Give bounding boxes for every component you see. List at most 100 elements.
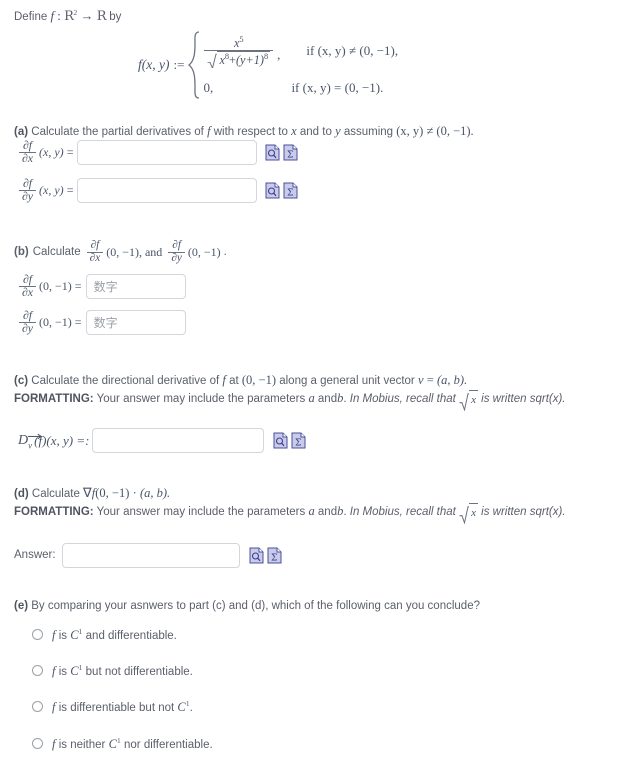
document-magnifier-icon[interactable] — [273, 432, 288, 449]
part-c-answer-input[interactable] — [92, 428, 265, 453]
pd-helper-icons: Σ — [249, 547, 282, 564]
pa2-frac-den: ∂y — [19, 190, 37, 203]
part-d-formatting-italic-1: In Mobius, recall that — [349, 506, 456, 518]
svg-text:Σ: Σ — [287, 189, 293, 199]
pa1-args: (x, y) — [39, 145, 64, 160]
pb2-args: (0, −1) — [39, 315, 72, 330]
sqrt-icon — [207, 53, 218, 68]
document-sigma-icon[interactable]: Σ — [283, 182, 298, 199]
part-d-prompt: (d) Calculate ∇f(0, −1) · (a, b). — [14, 484, 614, 503]
pa2-frac-num: ∂f — [22, 177, 33, 190]
pb1-frac-den: ∂x — [19, 286, 37, 299]
part-e-option-4[interactable]: f is neither C1 nor differentiable. — [32, 736, 213, 752]
document-magnifier-icon[interactable] — [265, 144, 280, 161]
radio-button-option-1[interactable] — [32, 629, 43, 641]
document-sigma-icon[interactable]: Σ — [267, 547, 282, 564]
part-c-label: (c) — [14, 375, 29, 387]
case1-denominator: x8+(y+1)8 — [204, 49, 274, 68]
part-e-label: (e) — [14, 600, 29, 612]
intro-line: Define f : R2 → R by — [14, 8, 121, 24]
radio-button-option-2[interactable] — [32, 665, 43, 677]
part-c-point: (0, −1) — [241, 373, 277, 387]
part-c-formatting-text-1: Your answer may include the parameters — [96, 393, 306, 405]
option-3-label[interactable]: f is differentiable but not C1. — [52, 699, 193, 715]
part-c-f: f — [222, 373, 226, 387]
part-c-ab: (a, b). — [437, 373, 468, 387]
document-magnifier-icon[interactable] — [265, 182, 280, 199]
pa2-args: (x, y) — [39, 183, 64, 198]
part-d-label: (d) — [14, 488, 29, 500]
part-a-label: (a) — [14, 126, 29, 138]
part-d-sqrt-x: x — [459, 503, 478, 525]
part-c-formatting-label: FORMATTING: — [14, 393, 94, 405]
definition-lhs: f(x, y) — [138, 57, 170, 72]
by-text: by — [109, 11, 122, 23]
definition-assign: := — [173, 57, 185, 72]
part-c-D: D — [18, 432, 29, 448]
definition-case-1: x5 x8+(y+1)8 , if (x, y) ≠ (0, −1), — [203, 31, 398, 71]
pa1-frac-num: ∂f — [22, 139, 33, 152]
part-e-option-3[interactable]: f is differentiable but not C1. — [32, 699, 193, 715]
part-d-point: (0, −1) — [95, 486, 130, 500]
part-d-answer-input[interactable] — [61, 543, 240, 568]
part-e-option-1[interactable]: f is C1 and differentiable. — [32, 627, 177, 643]
sqrt-icon — [459, 506, 470, 525]
part-d-param-a: a — [308, 504, 315, 518]
part-c-formatting-italic-2: is written sqrt(x). — [481, 393, 566, 405]
option-4-label[interactable]: f is neither C1 nor differentiable. — [52, 736, 213, 752]
part-d-formatting-text-1: Your answer may include the parameters — [96, 506, 306, 518]
part-b-text-1: Calculate — [32, 245, 81, 258]
part-d-dot: · — [132, 486, 137, 500]
part-c-formatting-italic-1: In Mobius, recall that — [349, 393, 456, 405]
svg-text:Σ: Σ — [295, 439, 301, 449]
left-brace-icon — [188, 31, 200, 99]
document-magnifier-icon[interactable] — [249, 547, 264, 564]
pb-prompt-frac1-num: ∂f — [90, 239, 100, 251]
part-a-x: x — [291, 124, 297, 138]
case1-numerator: x5 — [233, 34, 244, 50]
part-b-label: (b) — [14, 246, 29, 259]
pb2-equals: = — [74, 315, 82, 330]
sqrt-icon — [459, 393, 470, 412]
part-a-prompt: (a) Calculate the partial derivatives of… — [14, 122, 614, 141]
part-e-option-2[interactable]: f is C1 but not differentiable. — [32, 663, 193, 679]
colon: : — [57, 8, 61, 23]
document-sigma-icon[interactable]: Σ — [283, 144, 298, 161]
pb1-frac-num: ∂f — [22, 273, 33, 286]
part-d-formatting: FORMATTING: Your answer may include the … — [14, 502, 610, 525]
part-d-nabla: ∇ — [83, 485, 92, 500]
part-a-text-4: assuming — [343, 126, 394, 138]
pb-prompt-frac2-den: ∂y — [168, 251, 185, 265]
part-a-text-2: with respect to — [213, 126, 288, 138]
pb-prompt-frac2-num: ∂f — [172, 239, 181, 251]
option-1-label[interactable]: f is C1 and differentiable. — [52, 627, 177, 643]
question-page: Define f : R2 → R by f(x, y) := x5 x8+(y… — [0, 0, 623, 766]
radio-button-option-3[interactable] — [32, 701, 43, 713]
part-c-sqrt-x: x — [459, 390, 478, 412]
part-a-row-1: ∂f ∂x (x, y) = Σ — [18, 139, 298, 166]
part-b-row-2: ∂f ∂y (0, −1) = — [18, 309, 186, 336]
domain-symbol: R — [64, 9, 74, 24]
part-c-text-1: Calculate the directional derivative of — [31, 375, 220, 387]
part-e-text: By comparing your asnwers to part (c) an… — [31, 600, 480, 612]
option-2-label[interactable]: f is C1 but not differentiable. — [52, 663, 193, 679]
part-a-text-1: Calculate the partial derivatives of — [31, 126, 204, 138]
radio-button-option-4[interactable] — [32, 738, 43, 750]
part-a-text-3: and to — [299, 126, 332, 138]
part-a-dfdx-input[interactable] — [77, 140, 258, 166]
part-c-answer-row: D v (f)(x, y) =: Σ — [18, 428, 306, 453]
part-c-formatting-period: . — [343, 393, 347, 405]
part-c-rest: (f)(x, y) =: — [34, 432, 90, 448]
part-b-dfdx-input[interactable] — [85, 274, 186, 300]
part-a-y: y — [335, 124, 341, 138]
part-d-formatting-and: and — [317, 506, 338, 518]
pa1-equals: = — [66, 145, 74, 160]
definition-case-2: 0, if (x, y) = (0, −1). — [203, 77, 398, 99]
part-a-dfdy-input[interactable] — [77, 178, 258, 204]
document-sigma-icon[interactable]: Σ — [291, 432, 306, 449]
part-c-formatting-and: and — [317, 393, 338, 405]
part-b-dfdy-input[interactable] — [85, 310, 186, 336]
part-c-v: v — [417, 373, 424, 387]
part-c-eq: = — [426, 373, 434, 387]
pb-prompt-end: . — [223, 246, 227, 259]
